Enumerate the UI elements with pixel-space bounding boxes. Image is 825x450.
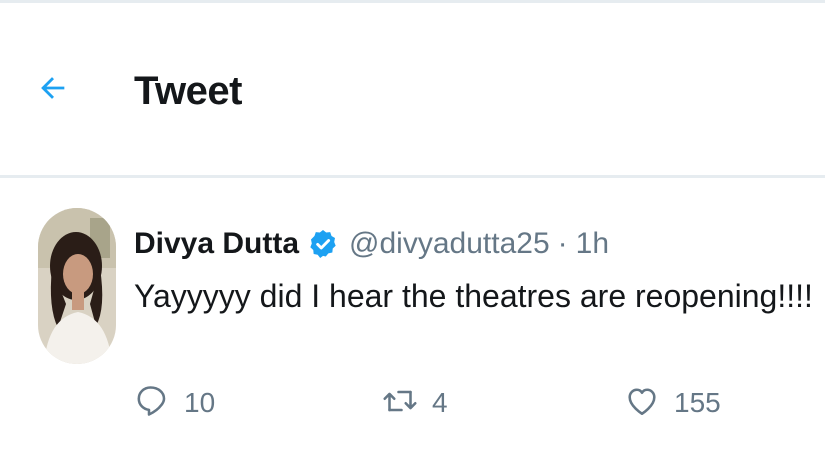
retweet-button[interactable]: 4 xyxy=(382,378,448,428)
verified-badge-icon xyxy=(307,228,339,260)
author-handle[interactable]: @divyadutta25 xyxy=(349,227,550,261)
retweet-count: 4 xyxy=(432,387,448,418)
tweet-actions: 10 4 155 xyxy=(134,378,734,428)
like-count: 155 xyxy=(674,387,721,418)
page-title: Tweet xyxy=(134,69,242,113)
meta-separator: · xyxy=(557,227,568,260)
tweet-header: Divya Dutta @divyadutta25 · 1h xyxy=(134,222,609,266)
page-header: Tweet xyxy=(0,3,825,175)
tweet-page: Tweet Divya Dutta @divyadutta25 · 1h Yay… xyxy=(0,0,825,450)
back-arrow-icon xyxy=(36,71,70,110)
retweet-icon xyxy=(382,383,418,424)
reply-icon xyxy=(134,383,170,424)
tweet: Divya Dutta @divyadutta25 · 1h Yayyyyy d… xyxy=(0,178,825,450)
tweet-text: Yayyyyy did I hear the theatres are reop… xyxy=(134,278,813,314)
like-button[interactable]: 155 xyxy=(624,378,721,428)
tweet-timestamp[interactable]: 1h xyxy=(576,227,609,261)
reply-button[interactable]: 10 xyxy=(134,378,215,428)
heart-icon xyxy=(624,383,660,424)
author-name[interactable]: Divya Dutta xyxy=(134,227,299,261)
reply-count: 10 xyxy=(184,387,216,418)
back-button[interactable] xyxy=(28,65,78,115)
avatar[interactable] xyxy=(38,208,116,364)
